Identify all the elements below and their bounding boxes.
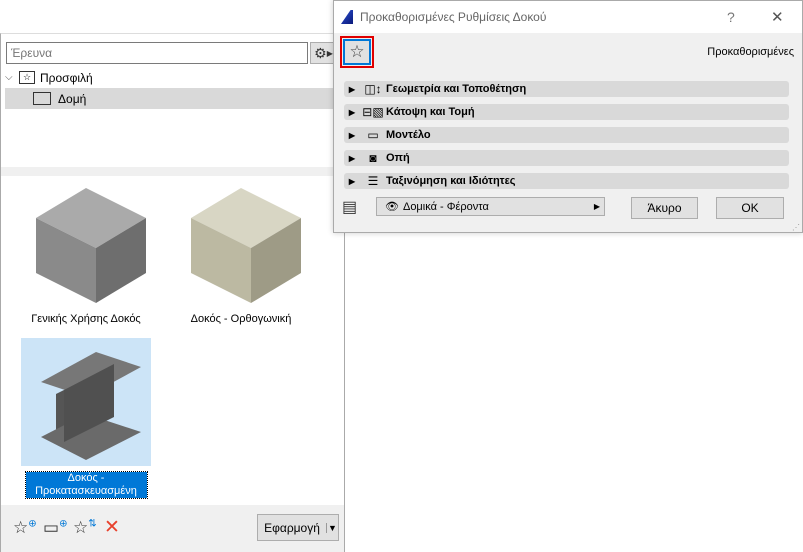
apply-label: Εφαρμογή bbox=[264, 520, 320, 535]
star-icon: ☆ bbox=[349, 42, 365, 61]
hole-icon: ◙ bbox=[369, 151, 377, 165]
favorite-item[interactable]: Δοκός - Ορθογωνική bbox=[176, 179, 306, 326]
favorites-button-highlight: ☆ bbox=[340, 36, 374, 68]
item-label: Γενικής Χρήσης Δοκός bbox=[31, 313, 141, 325]
new-folder-icon[interactable]: ▭⊕ bbox=[43, 518, 67, 538]
cancel-label: Άκυρο bbox=[647, 201, 682, 215]
item-label: Δοκός - Ορθογωνική bbox=[190, 313, 292, 325]
add-favorite-icon[interactable]: ☆⊕ bbox=[13, 518, 37, 538]
favorites-button[interactable]: ☆ bbox=[343, 39, 371, 65]
beam-default-settings-dialog: Προκαθορισμένες Ρυθμίσεις Δοκού ? ✕ ☆ Πρ… bbox=[333, 0, 803, 233]
section-label: Οπή bbox=[386, 152, 410, 164]
expand-icon: ▶ bbox=[348, 130, 356, 140]
model-icon: ▭ bbox=[367, 128, 379, 142]
beam-thumbnail bbox=[21, 338, 151, 466]
update-favorite-icon[interactable]: ☆⇅ bbox=[73, 518, 97, 538]
section-label: Μοντέλο bbox=[386, 129, 431, 141]
ok-button[interactable]: OK bbox=[716, 197, 784, 219]
beam-thumbnail bbox=[21, 179, 151, 307]
expand-icon: ▶ bbox=[348, 84, 356, 94]
section-label: Γεωμετρία και Τοποθέτηση bbox=[386, 83, 527, 95]
title-bar: Προκαθορισμένες Ρυθμίσεις Δοκού ? ✕ bbox=[334, 1, 802, 33]
close-button[interactable]: ✕ bbox=[771, 8, 784, 26]
tree-item-label: Προσφιλή bbox=[40, 70, 93, 85]
classification-icon: ☰ bbox=[367, 174, 379, 188]
expand-icon: ▶ bbox=[348, 153, 356, 163]
layer-dropdown[interactable]: 👁 Δομικά - Φέροντα ▶ bbox=[376, 197, 605, 216]
folder-icon bbox=[33, 92, 51, 105]
beam-thumbnail bbox=[176, 179, 306, 307]
eye-icon: 👁 bbox=[385, 201, 399, 213]
gear-icon: ⚙ bbox=[314, 44, 327, 61]
tree-item-label: Δομή bbox=[58, 91, 87, 106]
chevron-right-icon: ▶ bbox=[593, 202, 600, 211]
preset-label: Προκαθορισμένες bbox=[707, 46, 794, 58]
chevron-down-icon[interactable]: ⌵ bbox=[5, 72, 19, 83]
section-label: Ταξινόμηση και Ιδιότητες bbox=[386, 175, 516, 187]
section-hole[interactable]: ▶ ◙ Οπή bbox=[344, 150, 789, 166]
apply-button[interactable]: Εφαρμογή ▼ bbox=[257, 514, 339, 541]
section-model[interactable]: ▶ ▭ Μοντέλο bbox=[344, 127, 789, 143]
section-classification[interactable]: ▶ ☰ Ταξινόμηση και Ιδιότητες bbox=[344, 173, 789, 189]
search-input[interactable] bbox=[6, 42, 308, 64]
help-button[interactable]: ? bbox=[727, 9, 735, 25]
panel-toolbar: ☆⊕ ▭⊕ ☆⇅ ✕ Εφαρμογή ▼ bbox=[1, 505, 344, 552]
resize-grip-icon[interactable]: ⋰ bbox=[792, 223, 800, 232]
favorites-grid: Γενικής Χρήσης Δοκός Δοκός - Ορθογωνική … bbox=[1, 167, 344, 505]
geometry-icon: ◫↕ bbox=[364, 82, 382, 96]
item-label: Δοκός - Προκατασκευασμένη bbox=[24, 471, 148, 499]
tree-item-favorites[interactable]: ⌵ ☆ Προσφιλή bbox=[5, 67, 341, 88]
favorites-panel: ⚙▶ ⌵ ☆ Προσφιλή Δομή Γενικής Χρήσης Δοκό… bbox=[0, 33, 345, 552]
tree-item-structure[interactable]: Δομή bbox=[5, 88, 341, 109]
app-logo-icon bbox=[341, 10, 353, 24]
section-floor-plan[interactable]: ▶ ⊟▧ Κάτοψη και Τομή bbox=[344, 104, 789, 120]
dialog-title: Προκαθορισμένες Ρυθμίσεις Δοκού bbox=[360, 10, 547, 24]
star-folder-icon: ☆ bbox=[19, 71, 35, 84]
expand-icon: ▶ bbox=[348, 176, 356, 186]
layer-value: Δομικά - Φέροντα bbox=[402, 200, 489, 213]
floor-plan-icon: ⊟▧ bbox=[362, 105, 384, 119]
section-geometry[interactable]: ▶ ◫↕ Γεωμετρία και Τοποθέτηση bbox=[344, 81, 789, 97]
cancel-button[interactable]: Άκυρο bbox=[631, 197, 698, 219]
layer-icon: ▤ bbox=[342, 199, 358, 216]
ok-label: OK bbox=[741, 201, 759, 215]
expand-icon: ▶ bbox=[348, 107, 356, 117]
dropdown-arrow-icon[interactable]: ▼ bbox=[326, 522, 338, 533]
section-label: Κάτοψη και Τομή bbox=[386, 106, 475, 118]
favorite-item[interactable]: Γενικής Χρήσης Δοκός bbox=[21, 179, 151, 326]
delete-icon[interactable]: ✕ bbox=[104, 516, 120, 539]
favorite-item-selected[interactable]: Δοκός - Προκατασκευασμένη bbox=[21, 338, 151, 499]
